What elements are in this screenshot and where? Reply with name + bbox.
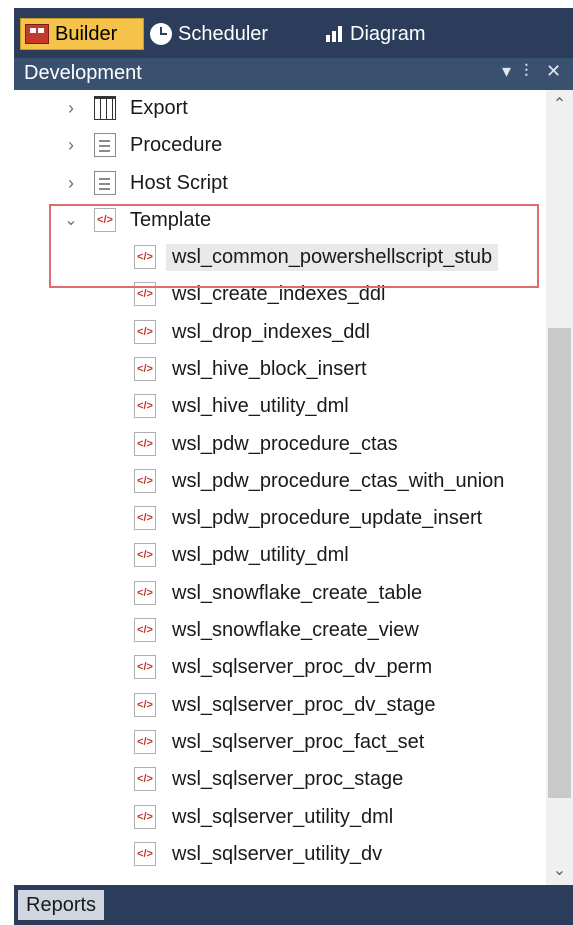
template-file-icon: </> — [134, 432, 156, 456]
tab-diagram-label: Diagram — [350, 22, 426, 45]
scrollbar-thumb[interactable] — [548, 328, 571, 798]
object-tree: › Export › Procedure › Host Script ⌄ </>… — [14, 90, 546, 885]
chevron-right-icon[interactable]: › — [62, 98, 80, 119]
template-file-icon: </> — [134, 506, 156, 530]
tab-builder-label: Builder — [55, 22, 118, 45]
scroll-up-icon[interactable]: ⌃ — [546, 94, 573, 114]
tree-item-template[interactable]: </> wsl_pdw_procedure_ctas — [134, 427, 398, 461]
template-file-icon: </> — [134, 805, 156, 829]
tab-scheduler[interactable]: Scheduler — [150, 18, 268, 50]
template-file-icon: </> — [134, 581, 156, 605]
tree-item-template[interactable]: </> wsl_sqlserver_proc_stage — [134, 762, 403, 796]
tree-item-label: wsl_pdw_procedure_ctas — [172, 432, 398, 455]
tree-item-label: wsl_drop_indexes_ddl — [172, 320, 370, 343]
host-script-icon — [94, 171, 116, 195]
tree-item-template[interactable]: </> wsl_sqlserver_proc_fact_set — [134, 725, 424, 759]
tree-item-label: wsl_common_powershellscript_stub — [166, 243, 499, 271]
tab-diagram[interactable]: Diagram — [326, 18, 426, 50]
template-icon: </> — [94, 208, 116, 232]
tree-node-label: Procedure — [130, 133, 223, 156]
panel-title: Development — [24, 62, 142, 84]
scroll-down-icon[interactable]: ⌄ — [546, 860, 573, 880]
tree-item-label: wsl_sqlserver_proc_dv_perm — [172, 655, 433, 678]
template-file-icon: </> — [134, 394, 156, 418]
close-icon[interactable]: ✕ — [546, 61, 561, 82]
tree-item-label: wsl_sqlserver_proc_fact_set — [172, 730, 425, 753]
template-file-icon: </> — [134, 842, 156, 866]
tree-item-template[interactable]: </> wsl_drop_indexes_ddl — [134, 315, 370, 349]
template-file-icon: </> — [134, 693, 156, 717]
tree-item-template[interactable]: </> wsl_sqlserver_utility_dv — [134, 837, 382, 871]
tree-node-host-script[interactable]: › Host Script — [62, 166, 228, 200]
tab-reports[interactable]: Reports — [18, 890, 105, 920]
template-file-icon: </> — [134, 469, 156, 493]
tree-item-label: wsl_sqlserver_proc_dv_stage — [172, 693, 436, 716]
template-file-icon: </> — [134, 618, 156, 642]
tree-item-label: wsl_pdw_utility_dml — [172, 543, 349, 566]
tree-item-template[interactable]: </> wsl_sqlserver_proc_dv_perm — [134, 650, 432, 684]
template-file-icon: </> — [134, 245, 156, 269]
pin-icon[interactable]: ⫶ — [524, 61, 529, 82]
export-grid-icon — [94, 96, 116, 120]
dropdown-icon[interactable]: ▾ — [502, 61, 511, 82]
tree-item-label: wsl_sqlserver_proc_stage — [172, 767, 404, 790]
template-file-icon: </> — [134, 655, 156, 679]
tab-builder[interactable]: Builder — [20, 18, 144, 50]
bottom-tab-strip: Reports — [14, 885, 573, 925]
tree-item-template[interactable]: </> wsl_hive_block_insert — [134, 352, 367, 386]
builder-icon — [25, 24, 49, 44]
tree-node-template[interactable]: ⌄ </> Template — [62, 203, 211, 237]
chevron-down-icon[interactable]: ⌄ — [62, 210, 80, 230]
template-file-icon: </> — [134, 282, 156, 306]
template-file-icon: </> — [134, 730, 156, 754]
clock-icon — [150, 23, 172, 45]
tree-item-template[interactable]: </> wsl_hive_utility_dml — [134, 389, 349, 423]
chevron-right-icon[interactable]: › — [62, 173, 80, 194]
tree-node-label: Export — [130, 96, 188, 119]
tree-item-template[interactable]: </> wsl_sqlserver_proc_dv_stage — [134, 688, 435, 722]
tree-node-export[interactable]: › Export — [62, 91, 188, 125]
tree-item-label: wsl_snowflake_create_view — [172, 618, 419, 641]
tree-node-label: Host Script — [130, 171, 228, 194]
tree-item-label: wsl_sqlserver_utility_dv — [172, 842, 383, 865]
top-tab-strip: Builder Scheduler Diagram — [14, 8, 573, 58]
template-file-icon: </> — [134, 767, 156, 791]
tree-item-template[interactable]: </> wsl_sqlserver_utility_dml — [134, 800, 393, 834]
tree-item-label: wsl_pdw_procedure_ctas_with_union — [172, 469, 505, 492]
tree-item-template[interactable]: </> wsl_pdw_procedure_ctas_with_union — [134, 464, 504, 498]
tree-item-label: wsl_snowflake_create_table — [172, 581, 423, 604]
tree-item-template[interactable]: </> wsl_common_powershellscript_stub — [134, 240, 499, 274]
tree-node-procedure[interactable]: › Procedure — [62, 128, 222, 162]
tree-item-template[interactable]: </> wsl_snowflake_create_view — [134, 613, 419, 647]
tree-item-label: wsl_hive_block_insert — [172, 357, 367, 380]
development-panel-window: Builder Scheduler Diagram Development ▾ … — [0, 0, 573, 925]
tree-item-label: wsl_hive_utility_dml — [172, 394, 349, 417]
tree-item-label: wsl_sqlserver_utility_dml — [172, 805, 394, 828]
vertical-scrollbar[interactable]: ⌃ ⌄ — [546, 90, 573, 885]
panel-header: Development ▾ ⫶ ✕ — [14, 58, 573, 90]
tree-item-template[interactable]: </> wsl_snowflake_create_table — [134, 576, 422, 610]
tab-scheduler-label: Scheduler — [178, 22, 269, 45]
bar-chart-icon — [326, 26, 344, 42]
tree-item-template[interactable]: </> wsl_pdw_procedure_update_insert — [134, 501, 482, 535]
tree-item-label: wsl_create_indexes_ddl — [172, 282, 386, 305]
chevron-right-icon[interactable]: › — [62, 135, 80, 156]
template-file-icon: </> — [134, 320, 156, 344]
tree-item-label: wsl_pdw_procedure_update_insert — [172, 506, 483, 529]
tree-item-template[interactable]: </> wsl_create_indexes_ddl — [134, 277, 385, 311]
tree-item-template[interactable]: </> wsl_pdw_utility_dml — [134, 538, 349, 572]
procedure-doc-icon — [94, 133, 116, 157]
tree-node-label: Template — [130, 208, 212, 231]
template-file-icon: </> — [134, 357, 156, 381]
template-file-icon: </> — [134, 543, 156, 567]
